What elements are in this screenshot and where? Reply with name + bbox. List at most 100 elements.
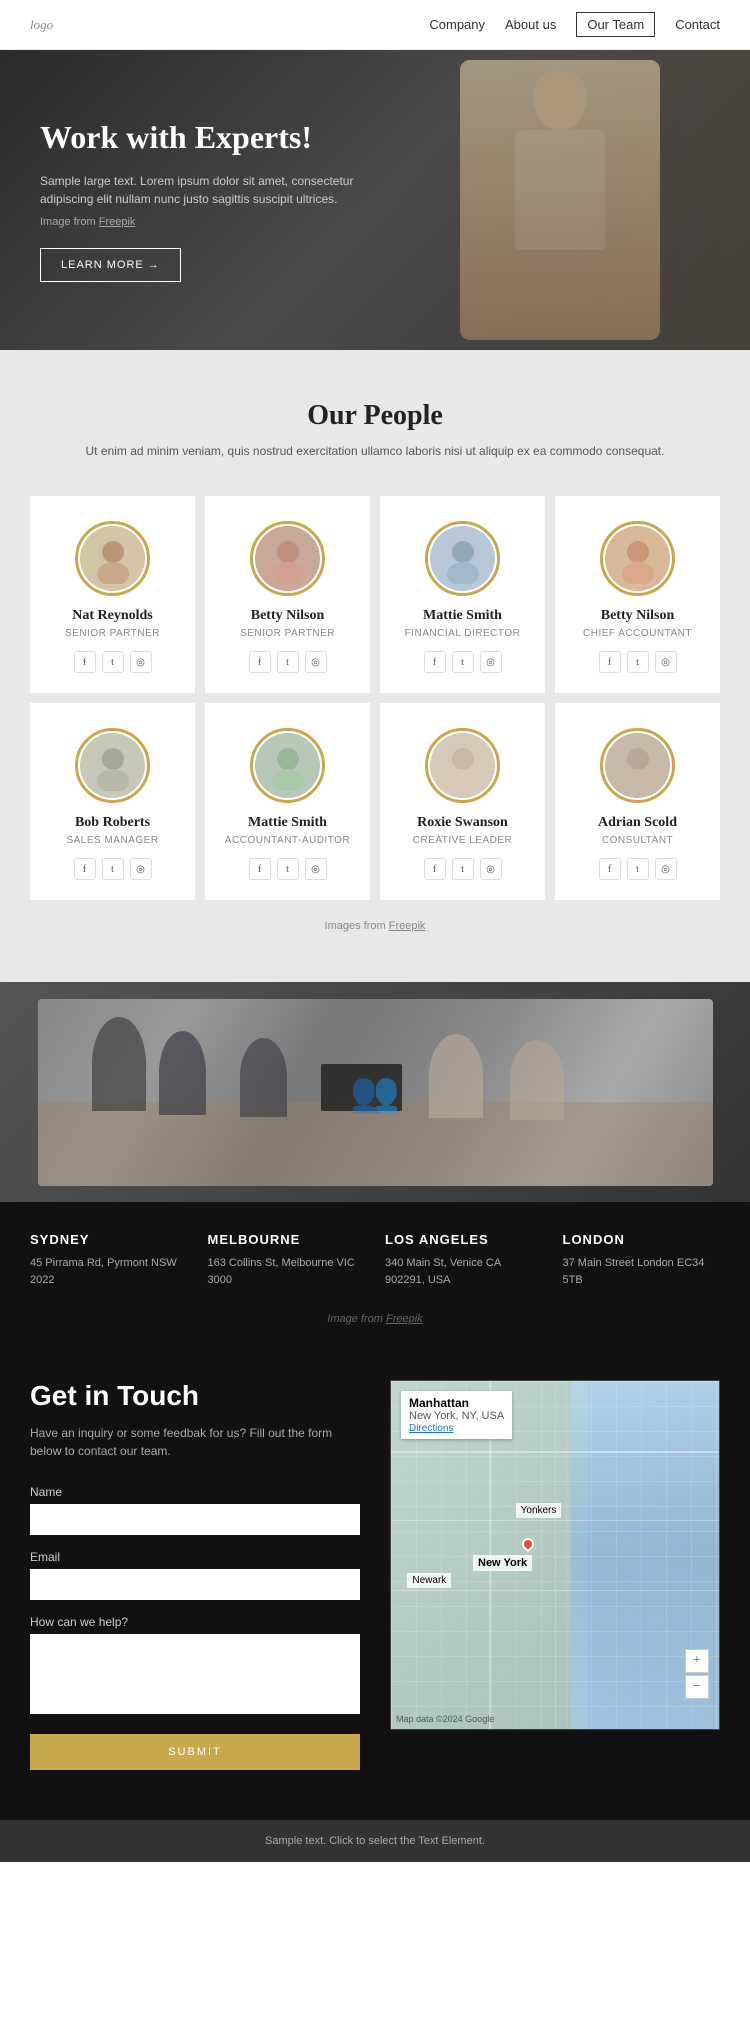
map-newark-label: Newark (407, 1573, 451, 1588)
navbar: logo Company About us Our Team Contact (0, 0, 750, 50)
office-photo-inner (38, 999, 713, 1186)
people-subtitle: Ut enim ad minim veniam, quis nostrud ex… (30, 442, 720, 461)
avatar-nat-reynolds (75, 521, 150, 596)
nav-company[interactable]: Company (429, 17, 485, 32)
facebook-icon[interactable]: f (74, 651, 96, 673)
office-city: MELBOURNE (208, 1232, 366, 1247)
team-role: FINANCIAL DIRECTOR (405, 628, 521, 639)
map-zoom-out[interactable]: − (685, 1675, 709, 1699)
instagram-icon[interactable]: ◎ (305, 858, 327, 880)
footer: Sample text. Click to select the Text El… (0, 1820, 750, 1862)
avatar-roxie-swanson (425, 728, 500, 803)
contact-grid: Get in Touch Have an inquiry or some fee… (30, 1380, 720, 1770)
instagram-icon[interactable]: ◎ (655, 858, 677, 880)
nav-contact[interactable]: Contact (675, 17, 720, 32)
social-icons: f t ◎ (599, 651, 677, 673)
avatar-adrian-scold (600, 728, 675, 803)
office-melbourne: MELBOURNE 163 Collins St, Melbourne VIC … (208, 1232, 366, 1288)
social-icons: f t ◎ (424, 858, 502, 880)
team-name: Mattie Smith (248, 815, 327, 831)
team-role: CREATIVE LEADER (413, 835, 513, 846)
instagram-icon[interactable]: ◎ (130, 651, 152, 673)
nav-about[interactable]: About us (505, 17, 556, 32)
team-name: Betty Nilson (251, 608, 325, 624)
team-card-roxie-swanson: Roxie Swanson CREATIVE LEADER f t ◎ (380, 703, 545, 900)
facebook-icon[interactable]: f (74, 858, 96, 880)
twitter-icon[interactable]: t (452, 651, 474, 673)
learn-more-button[interactable]: LEARN MORE → (40, 248, 181, 282)
avatar-bob-roberts (75, 728, 150, 803)
email-label: Email (30, 1550, 360, 1564)
hero-title: Work with Experts! (40, 118, 360, 156)
office-image-credit: Image from Freepik (0, 1298, 750, 1340)
social-icons: f t ◎ (424, 651, 502, 673)
facebook-icon[interactable]: f (424, 651, 446, 673)
office-address: 37 Main Street London EC34 5TB (563, 1255, 721, 1288)
people-freepik-link[interactable]: Freepik (389, 920, 426, 932)
offices-grid: SYDNEY 45 Pirrama Rd, Pyrmont NSW 2022 M… (0, 1202, 750, 1298)
twitter-icon[interactable]: t (627, 858, 649, 880)
logo: logo (30, 17, 53, 33)
map-yonkers-label: Yonkers (516, 1503, 562, 1518)
team-grid: Nat Reynolds SENIOR PARTNER f t ◎ Betty … (30, 496, 720, 900)
map-zoom-in[interactable]: + (685, 1649, 709, 1673)
map-directions-link[interactable]: Directions (409, 1423, 453, 1434)
team-name: Adrian Scold (598, 815, 677, 831)
facebook-icon[interactable]: f (599, 858, 621, 880)
team-role: ACCOUNTANT-AUDITOR (225, 835, 350, 846)
team-role: SENIOR PARTNER (65, 628, 160, 639)
nav-team[interactable]: Our Team (576, 12, 655, 37)
office-address: 45 Pirrama Rd, Pyrmont NSW 2022 (30, 1255, 188, 1288)
team-card-nat-reynolds: Nat Reynolds SENIOR PARTNER f t ◎ (30, 496, 195, 693)
facebook-icon[interactable]: f (424, 858, 446, 880)
hero-section: Work with Experts! Sample large text. Lo… (0, 50, 750, 350)
social-icons: f t ◎ (74, 858, 152, 880)
people-section: Our People Ut enim ad minim veniam, quis… (0, 350, 750, 982)
facebook-icon[interactable]: f (599, 651, 621, 673)
hero-freepik-link[interactable]: Freepik (99, 216, 136, 228)
instagram-icon[interactable]: ◎ (655, 651, 677, 673)
map-area: Manhattan New York, NY, USA Directions Y… (390, 1380, 720, 1770)
footer-text: Sample text. Click to select the Text El… (15, 1835, 735, 1847)
team-card-betty-nilson-1: Betty Nilson SENIOR PARTNER f t ◎ (205, 496, 370, 693)
instagram-icon[interactable]: ◎ (305, 651, 327, 673)
social-icons: f t ◎ (599, 858, 677, 880)
office-freepik-link[interactable]: Freepik (386, 1313, 423, 1325)
instagram-icon[interactable]: ◎ (480, 651, 502, 673)
twitter-icon[interactable]: t (277, 651, 299, 673)
map-container[interactable]: Manhattan New York, NY, USA Directions Y… (390, 1380, 720, 1730)
team-name: Betty Nilson (601, 608, 675, 624)
team-card-mattie-smith-fd: Mattie Smith FINANCIAL DIRECTOR f t ◎ (380, 496, 545, 693)
name-label: Name (30, 1485, 360, 1499)
twitter-icon[interactable]: t (452, 858, 474, 880)
twitter-icon[interactable]: t (102, 651, 124, 673)
team-name: Mattie Smith (423, 608, 502, 624)
twitter-icon[interactable]: t (102, 858, 124, 880)
people-title: Our People (30, 400, 720, 432)
contact-section: Get in Touch Have an inquiry or some fee… (0, 1340, 750, 1820)
instagram-icon[interactable]: ◎ (480, 858, 502, 880)
office-city: LOS ANGELES (385, 1232, 543, 1247)
twitter-icon[interactable]: t (277, 858, 299, 880)
map-zoom-controls: + − (685, 1649, 709, 1699)
team-card-adrian-scold: Adrian Scold CONSULTANT f t ◎ (555, 703, 720, 900)
email-input[interactable] (30, 1569, 360, 1600)
instagram-icon[interactable]: ◎ (130, 858, 152, 880)
message-textarea[interactable] (30, 1634, 360, 1714)
message-label: How can we help? (30, 1615, 360, 1629)
contact-form-area: Get in Touch Have an inquiry or some fee… (30, 1380, 360, 1770)
submit-button[interactable]: SUBMIT (30, 1734, 360, 1770)
map-pin (522, 1538, 534, 1550)
twitter-icon[interactable]: t (627, 651, 649, 673)
facebook-icon[interactable]: f (249, 651, 271, 673)
team-role: CONSULTANT (602, 835, 673, 846)
name-input[interactable] (30, 1504, 360, 1535)
office-photo (0, 982, 750, 1202)
team-card-betty-nilson-2: Betty Nilson CHIEF ACCOUNTANT f t ◎ (555, 496, 720, 693)
hero-person-shape (460, 60, 660, 340)
facebook-icon[interactable]: f (249, 858, 271, 880)
social-icons: f t ◎ (249, 651, 327, 673)
team-name: Roxie Swanson (417, 815, 508, 831)
social-icons: f t ◎ (74, 651, 152, 673)
team-name: Bob Roberts (75, 815, 150, 831)
